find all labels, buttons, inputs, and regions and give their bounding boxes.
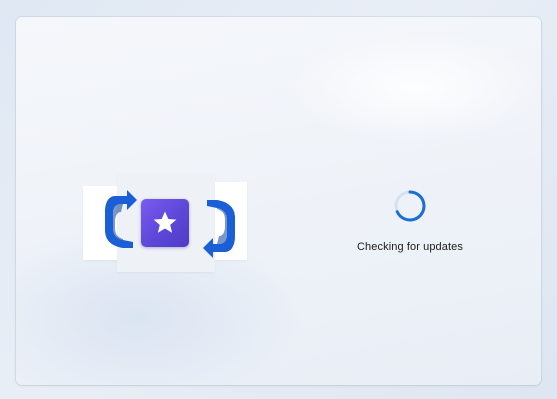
status-text: Checking for updates (357, 241, 463, 253)
update-illustration (83, 174, 273, 274)
setup-window: Checking for updates (16, 17, 541, 385)
sync-arrow-left-icon (105, 190, 137, 248)
sync-arrow-right-icon (203, 200, 235, 258)
loading-spinner-icon (394, 190, 426, 222)
star-app-icon (141, 199, 189, 247)
